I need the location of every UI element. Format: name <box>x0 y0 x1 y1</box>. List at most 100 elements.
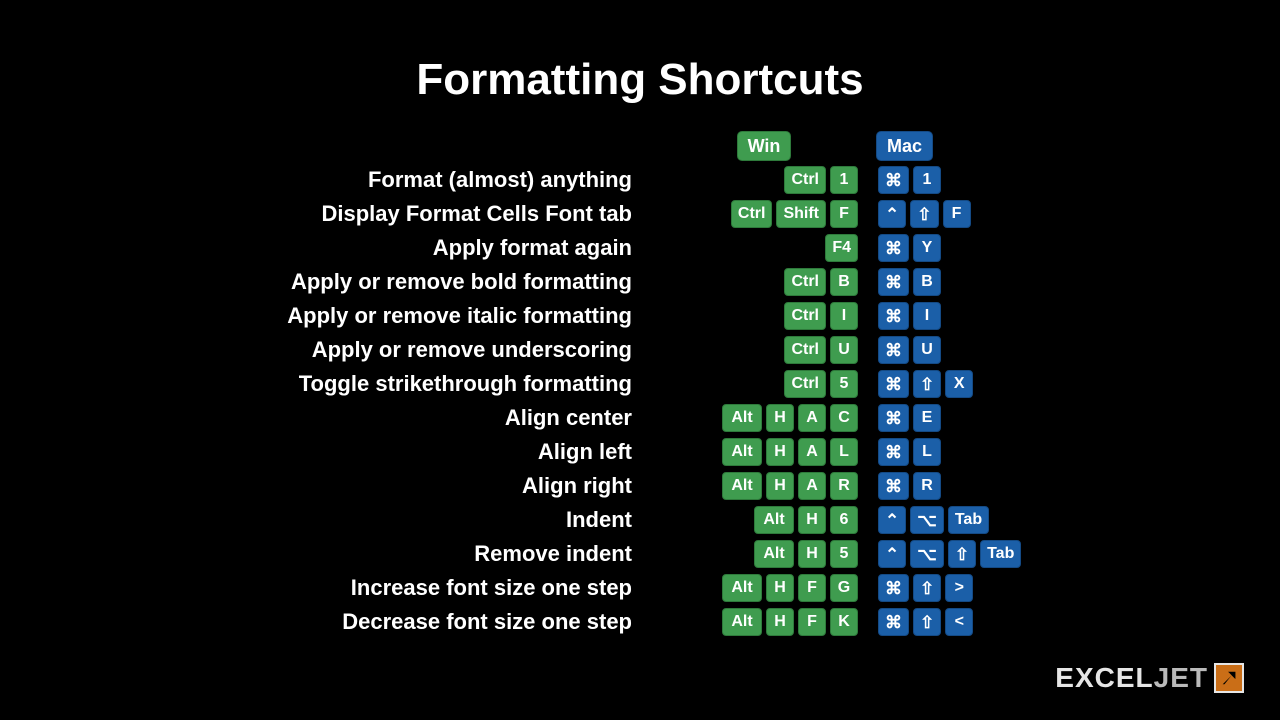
shortcut-row: IndentAltH6⌃⌥Tab <box>40 503 1280 537</box>
shortcut-desc: Apply or remove underscoring <box>40 337 660 363</box>
key-win: F <box>798 608 826 636</box>
key-win: 6 <box>830 506 858 534</box>
key-mac-cmd-icon: ⌘ <box>878 166 909 194</box>
shortcut-row: Align centerAltHAC⌘E <box>40 401 1280 435</box>
mac-keys: ⌘⇧X <box>868 370 1088 398</box>
key-win: A <box>798 438 826 466</box>
win-keys: Ctrl5 <box>660 370 868 398</box>
win-keys: Ctrl1 <box>660 166 868 194</box>
mac-keys: ⌃⇧F <box>868 200 1088 228</box>
key-win: Alt <box>722 608 762 636</box>
key-mac-ctrl_mac-icon: ⌃ <box>878 540 906 568</box>
key-win: Ctrl <box>784 166 826 194</box>
win-keys: AltHFG <box>660 574 868 602</box>
mac-keys: ⌃⌥⇧Tab <box>868 540 1088 568</box>
win-keys: CtrlShiftF <box>660 200 868 228</box>
key-win: Alt <box>722 404 762 432</box>
key-win: 5 <box>830 370 858 398</box>
key-win: Alt <box>754 540 794 568</box>
shortcut-row: Apply or remove bold formattingCtrlB⌘B <box>40 265 1280 299</box>
page-title: Formatting Shortcuts <box>0 0 1280 129</box>
key-win: H <box>766 608 794 636</box>
key-mac-cmd-icon: ⌘ <box>878 234 909 262</box>
key-win: Ctrl <box>784 336 826 364</box>
shortcut-row: Toggle strikethrough formattingCtrl5⌘⇧X <box>40 367 1280 401</box>
key-win: H <box>798 506 826 534</box>
key-win: H <box>766 472 794 500</box>
key-win: B <box>830 268 858 296</box>
header-row: Win Mac <box>40 129 1280 163</box>
key-mac: B <box>913 268 941 296</box>
key-win: Ctrl <box>784 302 826 330</box>
key-mac-shift_mac-icon: ⇧ <box>910 200 938 228</box>
key-win: Alt <box>722 438 762 466</box>
shortcut-desc: Indent <box>40 507 660 533</box>
win-keys: AltHAL <box>660 438 868 466</box>
key-win: A <box>798 404 826 432</box>
key-win: 5 <box>830 540 858 568</box>
key-win: U <box>830 336 858 364</box>
shortcut-desc: Apply or remove italic formatting <box>40 303 660 329</box>
win-keys: AltH6 <box>660 506 868 534</box>
win-keys: AltHAC <box>660 404 868 432</box>
shortcut-row: Align rightAltHAR⌘R <box>40 469 1280 503</box>
mac-keys: ⌘L <box>868 438 1088 466</box>
key-mac-cmd-icon: ⌘ <box>878 608 909 636</box>
mac-keys: ⌘R <box>868 472 1088 500</box>
shortcut-desc: Increase font size one step <box>40 575 660 601</box>
mac-keys: ⌘I <box>868 302 1088 330</box>
key-mac-shift_mac-icon: ⇧ <box>913 574 941 602</box>
key-mac-cmd-icon: ⌘ <box>878 268 909 296</box>
key-win: K <box>830 608 858 636</box>
key-mac: L <box>913 438 941 466</box>
win-keys: CtrlI <box>660 302 868 330</box>
key-win: L <box>830 438 858 466</box>
key-win: G <box>830 574 858 602</box>
key-win: Alt <box>754 506 794 534</box>
mac-keys: ⌘1 <box>868 166 1088 194</box>
shortcut-row: Remove indentAltH5⌃⌥⇧Tab <box>40 537 1280 571</box>
key-mac-cmd-icon: ⌘ <box>878 336 909 364</box>
shortcut-row: Apply or remove italic formattingCtrlI⌘I <box>40 299 1280 333</box>
key-mac-cmd-icon: ⌘ <box>878 574 909 602</box>
key-mac: I <box>913 302 941 330</box>
shortcut-desc: Format (almost) anything <box>40 167 660 193</box>
key-mac-ctrl_mac-icon: ⌃ <box>878 506 906 534</box>
mac-keys: ⌘U <box>868 336 1088 364</box>
shortcut-desc: Toggle strikethrough formatting <box>40 371 660 397</box>
key-mac: X <box>945 370 973 398</box>
key-mac-option-icon: ⌥ <box>910 540 944 568</box>
win-keys: AltHFK <box>660 608 868 636</box>
key-mac: < <box>945 608 973 636</box>
shortcut-row: Increase font size one stepAltHFG⌘⇧> <box>40 571 1280 605</box>
key-win: H <box>766 438 794 466</box>
key-win: Ctrl <box>731 200 773 228</box>
key-win: F <box>830 200 858 228</box>
shortcut-row: Align leftAltHAL⌘L <box>40 435 1280 469</box>
key-mac-cmd-icon: ⌘ <box>878 438 909 466</box>
key-win: H <box>798 540 826 568</box>
key-mac: U <box>913 336 941 364</box>
key-mac: Tab <box>948 506 989 534</box>
win-keys: AltH5 <box>660 540 868 568</box>
shortcut-desc: Apply or remove bold formatting <box>40 269 660 295</box>
shortcut-row: Format (almost) anythingCtrl1⌘1 <box>40 163 1280 197</box>
key-mac-cmd-icon: ⌘ <box>878 404 909 432</box>
key-win: R <box>830 472 858 500</box>
key-mac-ctrl_mac-icon: ⌃ <box>878 200 906 228</box>
logo-text: EXCELJET <box>1055 662 1208 694</box>
win-keys: CtrlU <box>660 336 868 364</box>
shortcut-desc: Apply format again <box>40 235 660 261</box>
mac-keys: ⌘Y <box>868 234 1088 262</box>
platform-label-win: Win <box>737 131 792 161</box>
key-mac: 1 <box>913 166 941 194</box>
shortcut-row: Decrease font size one stepAltHFK⌘⇧< <box>40 605 1280 639</box>
mac-keys: ⌘E <box>868 404 1088 432</box>
key-win: 1 <box>830 166 858 194</box>
key-mac: F <box>943 200 971 228</box>
shortcut-row: Apply format againF4⌘Y <box>40 231 1280 265</box>
key-win: Ctrl <box>784 370 826 398</box>
key-mac-cmd-icon: ⌘ <box>878 370 909 398</box>
key-mac: Tab <box>980 540 1021 568</box>
mac-keys: ⌘⇧< <box>868 608 1088 636</box>
